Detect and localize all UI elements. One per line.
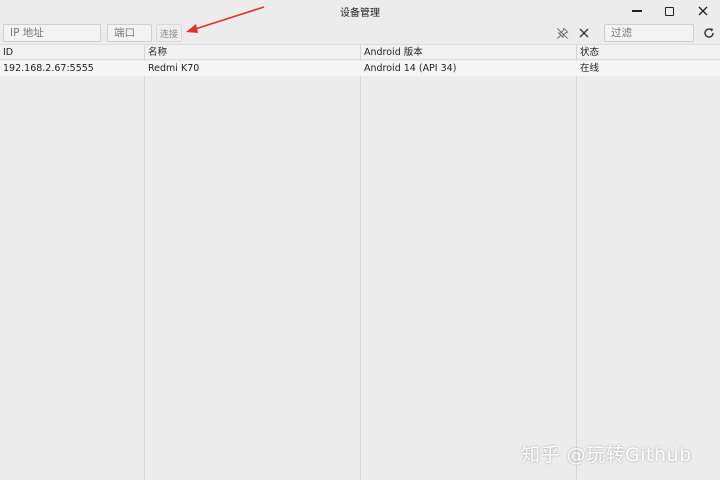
column-header-name[interactable]: 名称 — [145, 46, 360, 60]
cell-status: 在线 — [580, 63, 600, 74]
column-divider — [360, 44, 361, 480]
device-table: ID 名称 Android 版本 状态 192.168.2.67:5555 Re… — [0, 44, 720, 480]
clear-button[interactable] — [575, 24, 593, 42]
column-divider — [576, 44, 577, 480]
filter-input[interactable] — [604, 24, 694, 42]
minimize-icon — [632, 10, 642, 12]
pin-off-button[interactable] — [553, 24, 571, 42]
window-title: 设备管理 — [340, 8, 380, 19]
cell-android-version: Android 14 (API 34) — [364, 63, 457, 74]
cell-name: Redmi K70 — [148, 63, 200, 74]
close-icon — [698, 6, 708, 16]
refresh-icon — [704, 28, 714, 38]
port-input[interactable] — [107, 24, 152, 42]
table-row[interactable]: 192.168.2.67:5555 Redmi K70 Android 14 (… — [0, 61, 720, 76]
column-header-status[interactable]: 状态 — [577, 46, 720, 60]
cell-id: 192.168.2.67:5555 — [3, 63, 94, 74]
column-header-id[interactable]: ID — [0, 46, 144, 60]
refresh-button[interactable] — [700, 24, 718, 42]
clear-icon — [579, 28, 589, 38]
toolbar: 连接 — [0, 22, 720, 44]
ip-address-input[interactable] — [3, 24, 101, 42]
watermark: 知乎 @玩转Github — [521, 444, 692, 466]
column-divider — [144, 44, 145, 480]
maximize-icon — [664, 6, 674, 16]
pin-off-icon — [556, 27, 568, 39]
maximize-button[interactable] — [652, 0, 686, 22]
title-bar: 设备管理 — [0, 0, 720, 22]
close-window-button[interactable] — [686, 0, 720, 22]
connect-button[interactable]: 连接 — [156, 24, 182, 42]
minimize-button[interactable] — [620, 0, 654, 22]
column-header-android-version[interactable]: Android 版本 — [361, 46, 576, 60]
